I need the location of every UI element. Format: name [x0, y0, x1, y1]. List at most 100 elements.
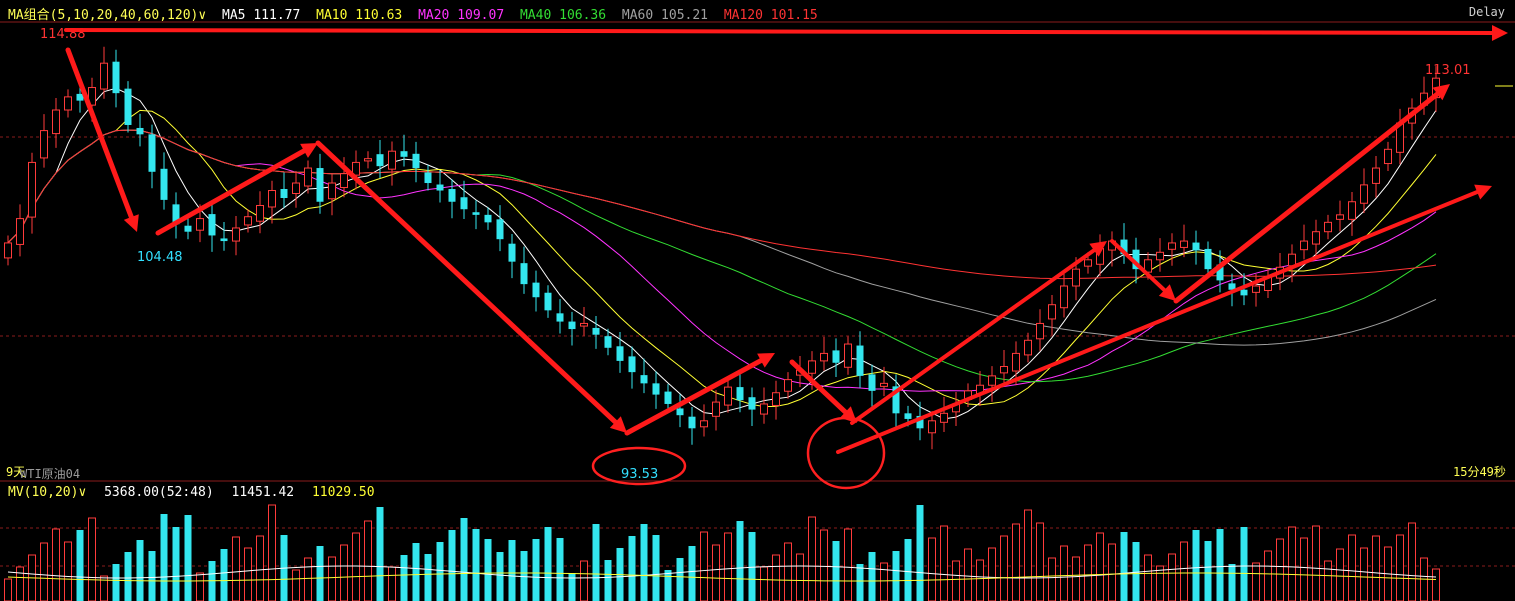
candle-body: [928, 420, 936, 434]
chevron-down-icon[interactable]: ∨: [78, 485, 86, 500]
volume-bar: [412, 543, 420, 601]
volume-bar: [40, 542, 48, 601]
candle-body: [904, 413, 912, 419]
ma-group-label[interactable]: MA组合(5,10,20,40,60,120): [8, 8, 198, 23]
volume-bar: [256, 535, 264, 601]
volume-bar: [1300, 537, 1308, 601]
candle-body: [688, 416, 696, 429]
candle-body: [1336, 214, 1344, 220]
candle-body: [772, 392, 780, 406]
volume-mv20-value: 11029.50: [311, 485, 375, 500]
volume-bar: [1348, 534, 1356, 601]
candle-body: [580, 322, 588, 327]
candle-body: [472, 212, 480, 215]
ma5-value: MA5 111.77: [222, 8, 301, 23]
candle-body: [544, 292, 552, 311]
volume-bar: [532, 539, 540, 601]
candle-body: [808, 360, 816, 374]
volume-bar: [448, 530, 456, 601]
volume-bar: [844, 528, 852, 601]
ma-line-ma5: [7, 87, 1437, 420]
volume-bar: [88, 517, 96, 601]
candle-body: [256, 204, 264, 222]
volume-bar: [52, 528, 60, 601]
volume-bar: [1360, 547, 1368, 601]
candle-body: [700, 420, 708, 428]
trend-arrow: [315, 140, 627, 433]
candle-body: [448, 189, 456, 202]
volume-bar: [1084, 544, 1092, 601]
volume-indicator-label[interactable]: MV(10,20): [8, 485, 78, 500]
ma-lines: [7, 87, 1437, 420]
candle-body: [316, 168, 324, 202]
candle-body: [1300, 240, 1308, 251]
chevron-down-icon[interactable]: ∨: [198, 8, 206, 23]
candle-body: [304, 167, 312, 187]
delay-label: Delay: [1468, 5, 1505, 19]
candle-body: [760, 403, 768, 415]
volume-bar: [568, 573, 576, 601]
candle-body: [616, 346, 624, 361]
candle-body: [832, 350, 840, 363]
volume-bar: [1324, 560, 1332, 601]
candle-body: [4, 242, 12, 259]
candle-body: [340, 173, 348, 189]
volume-bar: [376, 507, 384, 601]
volume-bar: [952, 560, 960, 601]
volume-bar: [424, 554, 432, 601]
volume-bar: [220, 549, 228, 601]
volume-bar: [976, 559, 984, 601]
volume-bar: [232, 536, 240, 601]
symbol-label: WTI原油04: [20, 467, 81, 481]
candle-body: [1168, 242, 1176, 250]
volume-bar: [1060, 545, 1068, 601]
candle-body: [1192, 242, 1200, 251]
candle-body: [376, 154, 384, 167]
volume-bar: [700, 531, 708, 601]
volume-bar: [760, 566, 768, 601]
candle-body: [604, 336, 612, 348]
volume-bar: [292, 569, 300, 601]
volume-bar: [196, 572, 204, 601]
candle-body: [856, 345, 864, 376]
volume-bar: [1336, 548, 1344, 601]
volume-bar: [592, 524, 600, 601]
candle-body: [112, 61, 120, 94]
candle-body: [148, 134, 156, 172]
ma-header[interactable]: MA组合(5,10,20,40,60,120)∨ MA5 111.77 MA10…: [8, 4, 826, 23]
chart-canvas[interactable]: 114.88104.4893.53113.01: [0, 0, 1515, 601]
candle-body: [184, 225, 192, 232]
ma-line-ma20: [7, 129, 1437, 392]
volume-bar: [1192, 530, 1200, 601]
volume-header[interactable]: MV(10,20)∨ 5368.00(52:48) 11451.42 11029…: [8, 485, 385, 500]
candle-body: [1000, 366, 1008, 374]
price-annotation-label: 93.53: [621, 467, 658, 482]
candle-body: [1012, 352, 1020, 372]
candle-body: [1324, 221, 1332, 233]
volume-bar: [184, 515, 192, 601]
candle-body: [1372, 167, 1380, 184]
candle-body: [1204, 248, 1212, 270]
volume-bar: [988, 547, 996, 601]
ma-line-ma40: [7, 129, 1437, 383]
low-circle-marker: [806, 416, 886, 490]
candle-body: [1084, 259, 1092, 267]
volume-bar: [1024, 509, 1032, 601]
volume-bar: [496, 552, 504, 601]
candle-body: [1348, 201, 1356, 220]
candle-body: [40, 130, 48, 159]
volume-bar: [160, 514, 168, 601]
volume-bar: [1108, 543, 1116, 601]
candle-body: [844, 343, 852, 368]
volume-bar: [928, 537, 936, 601]
volume-bar: [748, 532, 756, 601]
candle-body: [52, 109, 60, 135]
volume-bar: [472, 529, 480, 601]
candle-body: [28, 161, 36, 218]
candle-body: [880, 382, 888, 387]
volume-bar: [1228, 564, 1236, 601]
ma120-value: MA120 101.15: [723, 8, 818, 23]
volume-bar: [688, 546, 696, 601]
candle-body: [1036, 322, 1044, 340]
candle-body: [748, 397, 756, 410]
